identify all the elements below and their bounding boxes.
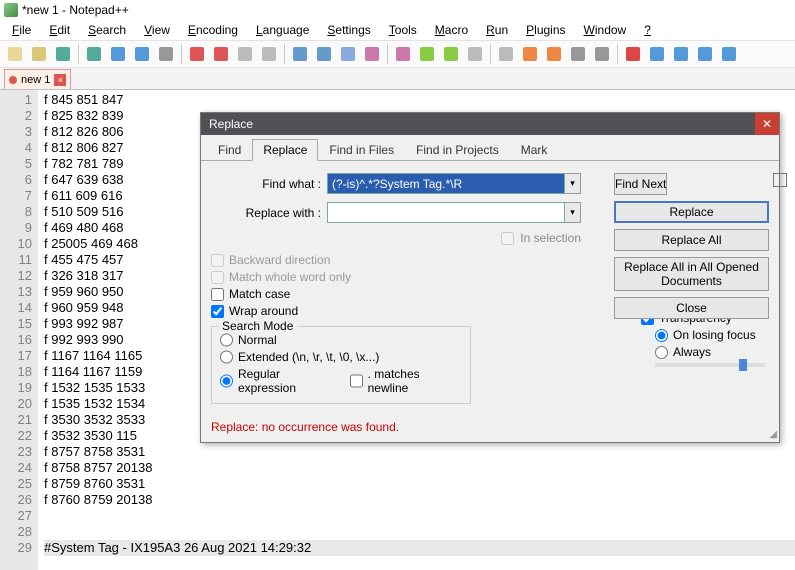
document-tab[interactable]: new 1 × [4,69,71,89]
find-next-button[interactable]: Find Next [614,173,667,195]
always-radio[interactable]: Always [655,345,765,359]
menu-window[interactable]: Window [576,21,635,39]
tab-mark[interactable]: Mark [510,139,559,161]
app-icon [4,3,18,17]
toolbar-button-20[interactable] [519,43,541,65]
toolbar-button-19[interactable] [495,43,517,65]
resize-grip-icon[interactable]: ◢ [769,429,777,440]
toolbar-button-18[interactable] [464,43,486,65]
close-tab-icon[interactable]: × [54,74,66,86]
menu-tools[interactable]: Tools [381,21,425,39]
find-history-dropdown[interactable]: ▾ [565,173,581,194]
toolbar-button-7[interactable] [186,43,208,65]
unsaved-dot-icon [9,76,17,84]
dot-newline-checkbox[interactable]: . matches newline [350,367,462,395]
toolbar-button-6[interactable] [155,43,177,65]
tab-find[interactable]: Find [207,139,252,161]
menu-bar: FileEditSearchViewEncodingLanguageSettin… [0,20,795,40]
toolbar-button-9[interactable] [234,43,256,65]
replace-all-button[interactable]: Replace All [614,229,769,251]
mode-extended-radio[interactable]: Extended (\n, \r, \t, \0, \x...) [220,350,462,364]
menu-settings[interactable]: Settings [319,21,378,39]
toolbar-button-22[interactable] [567,43,589,65]
toolbar-button-1[interactable] [28,43,50,65]
menu-encoding[interactable]: Encoding [180,21,246,39]
slider-thumb[interactable] [739,359,747,371]
find-direction-toggle[interactable] [773,173,787,187]
menu-file[interactable]: File [4,21,39,39]
toolbar-button-8[interactable] [210,43,232,65]
toolbar-button-0[interactable] [4,43,26,65]
dialog-status: Replace: no occurrence was found. [201,414,779,442]
toolbar-button-21[interactable] [543,43,565,65]
mode-regex-radio[interactable]: Regular expression [220,367,340,395]
toolbar-button-12[interactable] [313,43,335,65]
whole-word-checkbox: Match whole word only [211,270,431,284]
toolbar-button-23[interactable] [591,43,613,65]
tab-find-in-files[interactable]: Find in Files [318,139,405,161]
toolbar-button-27[interactable] [694,43,716,65]
document-tab-bar: new 1 × [0,68,795,90]
replace-all-opened-button[interactable]: Replace All in All Opened Documents [614,257,769,291]
toolbar-button-14[interactable] [361,43,383,65]
toolbar-button-3[interactable] [83,43,105,65]
toolbar-button-16[interactable] [416,43,438,65]
mode-normal-radio[interactable]: Normal [220,333,462,347]
window-title: *new 1 - Notepad++ [22,3,129,17]
backward-checkbox: Backward direction [211,253,431,267]
tab-replace[interactable]: Replace [252,139,318,161]
title-bar: *new 1 - Notepad++ [0,0,795,20]
toolbar-button-24[interactable] [622,43,644,65]
on-losing-focus-radio[interactable]: On losing focus [655,328,765,342]
toolbar-button-10[interactable] [258,43,280,65]
document-tab-label: new 1 [21,74,50,86]
menu-?[interactable]: ? [636,21,659,39]
menu-view[interactable]: View [136,21,178,39]
find-what-input[interactable] [327,173,565,194]
replace-history-dropdown[interactable]: ▾ [565,202,581,223]
toolbar-button-4[interactable] [107,43,129,65]
line-number-gutter: 1234567891011121314151617181920212223242… [0,90,38,570]
transparency-slider[interactable] [655,363,765,367]
toolbar-button-5[interactable] [131,43,153,65]
toolbar-button-25[interactable] [646,43,668,65]
match-case-checkbox[interactable]: Match case [211,287,431,301]
menu-language[interactable]: Language [248,21,317,39]
tab-find-in-projects[interactable]: Find in Projects [405,139,510,161]
dialog-title: Replace [209,117,253,131]
close-icon[interactable]: ✕ [755,113,779,135]
dialog-body: Find what : ▾ Replace with : ▾ In select… [201,160,779,414]
replace-dialog: Replace ✕ FindReplaceFind in FilesFind i… [200,112,780,443]
menu-search[interactable]: Search [80,21,134,39]
toolbar-button-15[interactable] [392,43,414,65]
replace-button[interactable]: Replace [614,201,769,223]
find-what-label: Find what : [211,177,321,191]
search-mode-legend: Search Mode [218,319,297,333]
dialog-tabs: FindReplaceFind in FilesFind in Projects… [201,135,779,161]
replace-with-input[interactable] [327,202,565,223]
toolbar-button-11[interactable] [289,43,311,65]
transparency-group: Transparency On losing focus Always [641,311,765,367]
replace-with-label: Replace with : [211,206,321,220]
dialog-title-bar[interactable]: Replace ✕ [201,113,779,135]
toolbar-button-2[interactable] [52,43,74,65]
toolbar-button-17[interactable] [440,43,462,65]
menu-edit[interactable]: Edit [41,21,78,39]
close-button[interactable]: Close [614,297,769,319]
toolbar-button-28[interactable] [718,43,740,65]
toolbar-button-26[interactable] [670,43,692,65]
in-selection-checkbox: In selection [501,231,581,245]
wrap-around-checkbox[interactable]: Wrap around [211,304,431,318]
toolbar [0,40,795,68]
menu-plugins[interactable]: Plugins [518,21,573,39]
menu-macro[interactable]: Macro [427,21,476,39]
dialog-buttons: Find Next Replace Replace All Replace Al… [614,173,769,319]
menu-run[interactable]: Run [478,21,516,39]
in-selection-input [501,232,514,245]
toolbar-button-13[interactable] [337,43,359,65]
